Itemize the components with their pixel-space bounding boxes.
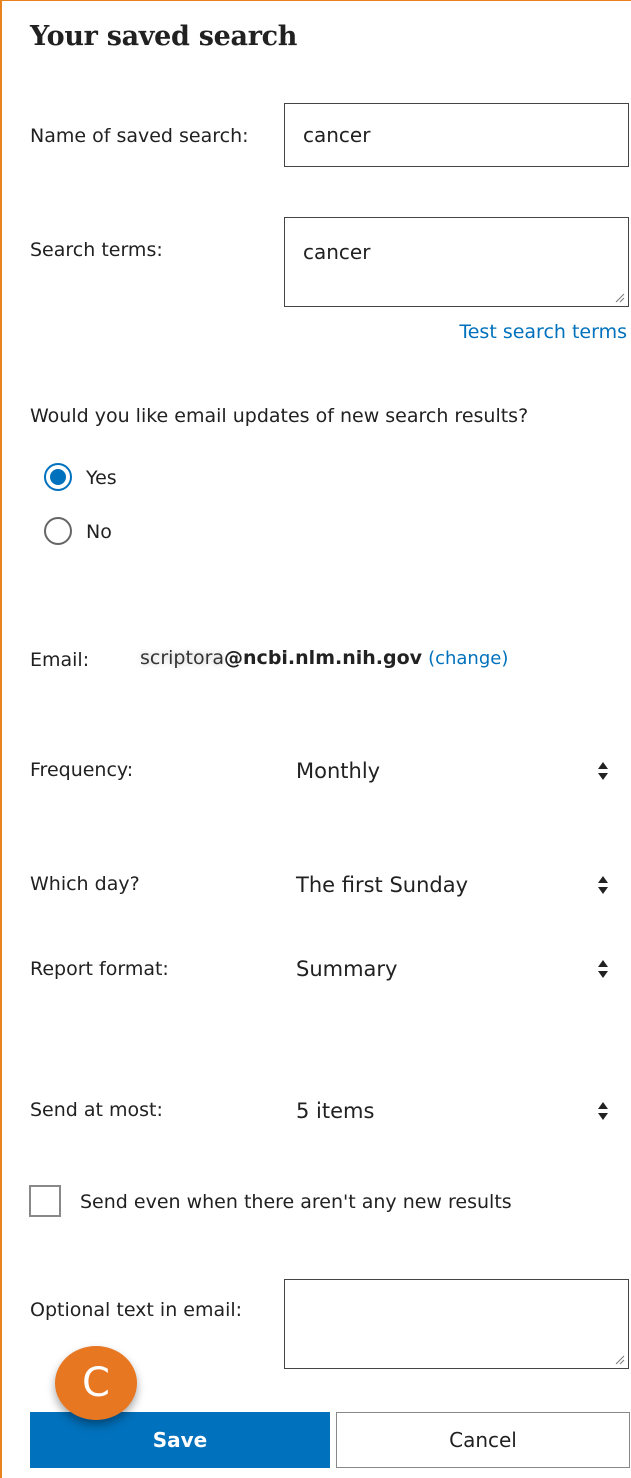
panel-title: Your saved search [30,21,298,52]
sort-arrows-icon [598,960,608,978]
sort-arrows-icon [598,762,608,780]
save-button-label: Save [152,1428,208,1452]
which-day-label: Which day? [30,873,140,895]
name-input[interactable]: cancer [284,103,629,167]
terms-textarea-value: cancer [303,240,371,264]
send-at-most-select[interactable]: 5 items [284,1089,629,1133]
sort-arrows-icon [598,1102,608,1120]
annotation-badge-letter: C [82,1360,110,1406]
radio-yes[interactable] [44,463,72,491]
email-label: Email: [30,649,90,671]
send-at-most-value: 5 items [296,1099,375,1123]
cancel-button-label: Cancel [449,1428,517,1452]
email-user: scriptora [140,647,225,669]
resize-grip-icon[interactable] [613,1353,625,1365]
radio-no[interactable] [44,517,72,545]
send-even-empty-label: Send even when there aren't any new resu… [80,1191,512,1213]
report-format-value: Summary [296,957,398,981]
which-day-value: The first Sunday [296,873,469,897]
annotation-badge: C [55,1346,137,1420]
test-search-terms-link[interactable]: Test search terms [459,321,627,343]
terms-label: Search terms: [30,239,163,261]
email-address: scriptora@ncbi.nlm.nih.gov (change) [140,647,508,669]
terms-textarea[interactable]: cancer [284,217,629,307]
report-format-select[interactable]: Summary [284,947,629,991]
optional-text-textarea[interactable] [284,1279,629,1369]
optional-text-label: Optional text in email: [30,1299,243,1321]
email-domain: @ncbi.nlm.nih.gov [224,647,423,669]
resize-grip-icon[interactable] [613,291,625,303]
frequency-label: Frequency: [30,759,134,781]
frequency-value: Monthly [296,759,381,783]
send-even-empty-checkbox[interactable] [29,1185,61,1217]
sort-arrows-icon [598,876,608,894]
save-button[interactable]: Save [30,1412,330,1468]
report-format-label: Report format: [30,958,169,980]
change-email-link[interactable]: (change) [428,648,508,669]
name-input-value: cancer [303,123,371,147]
name-label: Name of saved search: [30,125,249,147]
cancel-button[interactable]: Cancel [336,1412,630,1468]
radio-no-label: No [86,521,112,543]
radio-yes-label: Yes [86,467,117,489]
frequency-select[interactable]: Monthly [284,749,629,793]
email-updates-question: Would you like email updates of new sear… [30,405,529,427]
send-at-most-label: Send at most: [30,1099,163,1121]
saved-search-panel: Your saved search Name of saved search: … [0,0,631,1478]
which-day-select[interactable]: The first Sunday [284,863,629,907]
